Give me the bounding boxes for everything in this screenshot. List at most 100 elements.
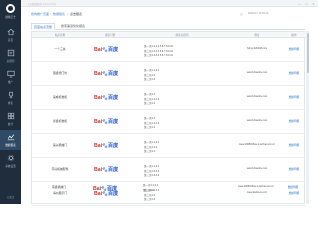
trophy-icon [7, 91, 15, 99]
app-logo: 搜狗卫士 [2, 4, 19, 21]
sidebar-item-home[interactable]: 首页 [0, 25, 21, 45]
site-url[interactable]: www.2008015wu.b.jiuzhai.com.cn [231, 185, 281, 188]
column-header-engine: 搜索引擎 [104, 34, 116, 38]
sidebar-item-label: 排名 [7, 101, 14, 105]
detail-button[interactable]: 数据明细 [284, 119, 304, 123]
keyword-line: 第一页1.2.3.4 [144, 141, 160, 144]
logo-text: 搜狗卫士 [5, 15, 16, 19]
keyword-line: 第一页1.2.3.4 [144, 165, 160, 168]
site-url[interactable]: www.fybaoshu.com [232, 119, 282, 122]
sidebar: 搜狗卫士 首页 关键词 推广 排名 统计 数据报表 系统设置 已激活 [0, 0, 21, 204]
maximize-button[interactable]: □ [304, 2, 309, 6]
column-header-keywords: 搜索关键词 [175, 34, 189, 38]
home-icon [7, 28, 15, 36]
keyword-line: 第一页1.2.3.4.5.6.7.8.9.10 [144, 45, 174, 48]
breadcrumb-current: 点击报表 [70, 12, 83, 16]
table-row: 荣成标准机 Bai🐾百度 第一页1.2 第二页1.2.3.4 第三页1.2 ww… [32, 86, 306, 110]
table-row: 荣兴机械门 Bai🐾百度 第一页1.2.3.4 第二页1.2.3 第三页1.2 … [32, 134, 306, 158]
sidebar-item-report[interactable]: 数据报表 [0, 130, 21, 150]
keyword-line: 第一页1.2 [144, 117, 155, 120]
sidebar-item-label: 数据报表 [5, 143, 16, 147]
site-name: 荣兴机械门 [53, 142, 67, 147]
tab-bar: 百度站点流量 搜索渠道优化报表 [31, 22, 305, 30]
site-url[interactable]: fybroy.b2b168.com [232, 47, 282, 50]
activation-status: 已激活 [6, 196, 15, 199]
grid-icon [7, 112, 15, 120]
logo-icon [6, 4, 15, 13]
keyword-line: 第三页1.2 [144, 102, 155, 105]
scrollbar-thumb[interactable] [306, 33, 309, 73]
keyword-line: 第三页1.2.3.4.5.6.7.8.9.10 [144, 54, 174, 57]
clock-icon: ◷ [240, 11, 243, 16]
sidebar-item-label: 推广 [7, 80, 14, 84]
detail-button[interactable]: 数据明细 [284, 143, 304, 147]
tab-baidu-traffic[interactable]: 百度站点流量 [31, 23, 56, 30]
keyword-line: 第三页1.2 [144, 126, 155, 129]
sidebar-item-label: 统计 [7, 122, 14, 126]
table-row: 星盛标准机 Bai🐾百度 第一页1.2 第二页1.2.3.4 第三页1.2 ww… [32, 110, 306, 134]
column-header-site: 站点名称 [54, 34, 66, 38]
detail-button[interactable]: 数据明细 [284, 71, 304, 75]
site-name: 展盛托门外 [53, 70, 67, 75]
site-url[interactable]: www.2008015wu.b.jiuzhai.com.cn [232, 143, 282, 146]
keyword-line: 第一页1.2 [144, 93, 155, 96]
report-table: 站点名称 搜索引擎 搜索关键词 网址 操作 一个三关 Bai🐾百度 第一页1.2… [31, 31, 306, 206]
keyword-line: 第二页1.2 [143, 188, 154, 192]
breadcrumb-item[interactable]: 搜狗推广页面 [31, 12, 49, 16]
keyword-line: 第二页1.2.3.4 [144, 169, 160, 173]
table-row: 一个三关 Bai🐾百度 第一页1.2.3.4.5.6.7.8.9.10 第二页1… [32, 38, 306, 62]
minimize-button[interactable]: — [297, 2, 302, 6]
keyword-line: 第一页1.2.3.4 [144, 69, 160, 72]
close-button[interactable]: ✕ [311, 2, 316, 6]
sidebar-item-rank[interactable]: 排名 [0, 88, 21, 108]
column-header-url: 网址 [254, 34, 260, 38]
baidu-logo: Bai🐾百度 [94, 143, 119, 149]
site-name: 荣成标准机 [53, 94, 67, 99]
detail-button[interactable]: 数据明细 [284, 95, 304, 99]
keyword-line: 第二页1.2.3.4 [144, 121, 160, 125]
baidu-logo: Bai🐾百度 [94, 71, 119, 77]
sidebar-item-settings[interactable]: 系统设置 [0, 151, 21, 171]
site-name: 一个三关 [54, 46, 66, 51]
timestamp: 2018-07-10 15:14 [248, 12, 269, 15]
keyword-line: 第一页1.2.3.4 [143, 184, 159, 187]
baidu-logo: Bai🐾百度 [94, 119, 119, 125]
scrollbar[interactable] [306, 31, 309, 204]
sidebar-item-promote[interactable]: 推广 [0, 67, 21, 87]
keyword-line: 第三页1.2 [144, 78, 155, 81]
breadcrumb-separator: / [50, 12, 51, 16]
chart-icon [7, 133, 15, 141]
sidebar-item-label: 关键词 [6, 59, 15, 63]
table-row-partial: 南盛机械门 Bai🐾百度 第一页1.2.3.4 第二页1.2 www.20080… [31, 181, 305, 204]
detail-button[interactable]: 数据明细 [284, 167, 304, 171]
window-title: 上方推搜软件 V1.0 (2.5.8) [27, 3, 56, 6]
sidebar-item-keyword[interactable]: 关键词 [0, 46, 21, 66]
baidu-logo: Bai🐾百度 [93, 186, 118, 192]
column-header-action: 操作 [291, 34, 297, 38]
table-row: 展盛托门外 Bai🐾百度 第一页1.2.3.4 第二页1.2 第三页1.2 ww… [32, 62, 306, 86]
detail-button[interactable]: 数据明细 [284, 47, 304, 51]
keyword-icon [7, 49, 15, 57]
keyword-line: 第二页1.2.3.4 [144, 97, 160, 101]
site-url[interactable]: www.fybaoshu.com [232, 167, 282, 170]
tab-search-channel[interactable]: 搜索渠道优化报表 [61, 23, 85, 30]
keyword-line: 第二页1.2.3.4.5.6.7.8.9.10 [144, 49, 174, 53]
table-row: 宇兴机械配件 Bai🐾百度 第一页1.2.3.4 第二页1.2.3.4 第三页1… [32, 158, 306, 182]
keyword-line: 第三页1.2.3.4 [144, 174, 160, 177]
keyword-line: 第二页1.2.3 [144, 145, 158, 149]
site-name: 星盛标准机 [53, 118, 67, 123]
gear-icon [7, 154, 15, 162]
sidebar-item-label: 系统设置 [5, 164, 16, 168]
monitor-icon [6, 70, 15, 78]
site-name: 南盛机械门 [52, 185, 66, 189]
baidu-logo: Bai🐾百度 [94, 167, 119, 173]
baidu-logo: Bai🐾百度 [94, 47, 119, 53]
site-url[interactable]: www.fybaoshu.com [232, 95, 282, 98]
sidebar-item-stats[interactable]: 统计 [0, 109, 21, 129]
breadcrumb-separator: / [67, 12, 68, 16]
site-url[interactable]: www.fybaoshu.com [232, 71, 282, 74]
baidu-logo: Bai🐾百度 [94, 95, 119, 101]
site-name: 宇兴机械配件 [51, 166, 69, 171]
breadcrumb-item[interactable]: 数据报表 [53, 12, 65, 16]
detail-button[interactable]: 数据明细 [283, 185, 303, 189]
